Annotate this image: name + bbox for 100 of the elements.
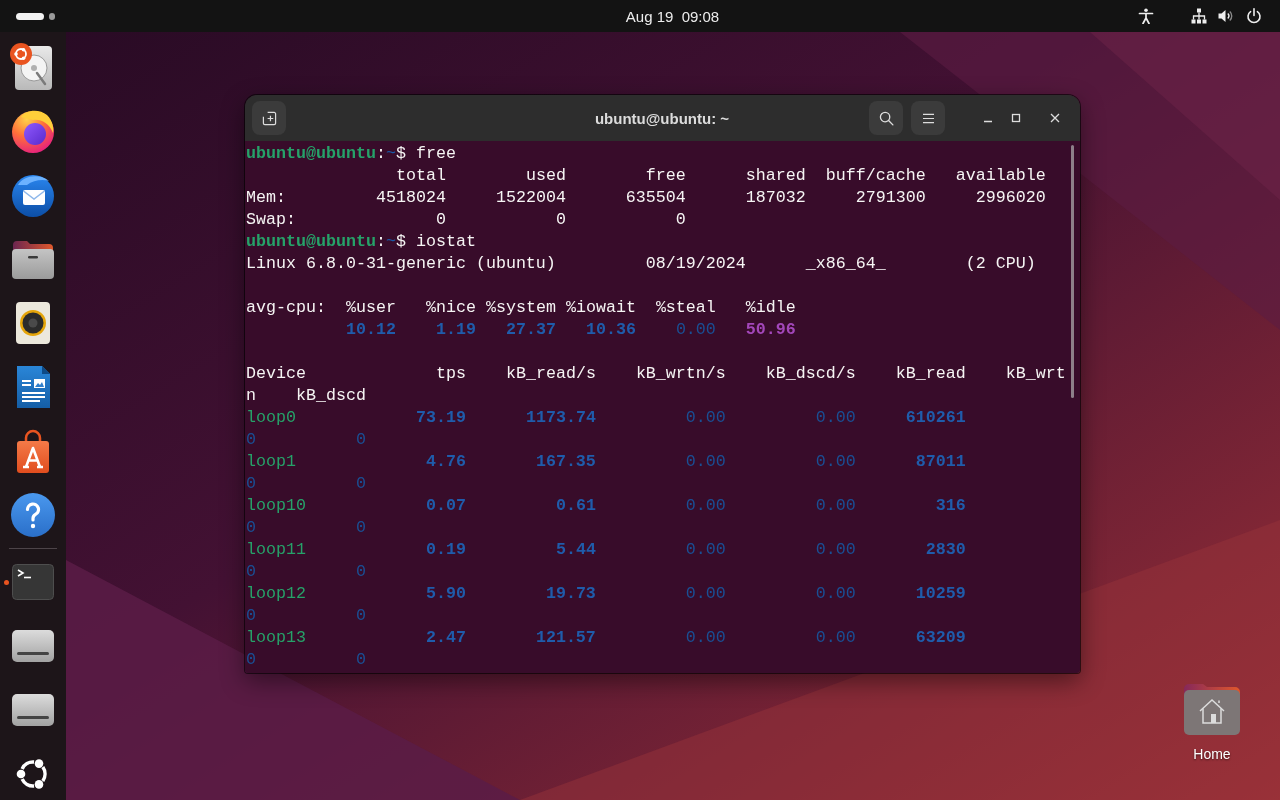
stat-value: 0.07 xyxy=(425,496,466,515)
column-header: %user xyxy=(345,298,396,317)
stat-value: 1.19 xyxy=(435,320,476,339)
column-header: %iowait xyxy=(565,298,636,317)
stat-value: 1522004 xyxy=(495,188,566,207)
stat-value: 50.96 xyxy=(745,320,796,339)
window-title: ubuntu@ubuntu: ~ xyxy=(594,109,730,127)
stat-value: 2830 xyxy=(925,540,966,559)
stat-value: 0 xyxy=(246,606,256,625)
stat-value: 0.00 xyxy=(815,408,856,427)
close-icon[interactable] xyxy=(1050,113,1060,123)
stat-value: 0.00 xyxy=(685,628,726,647)
stat-value: 27.37 xyxy=(505,320,556,339)
network-icon[interactable] xyxy=(1191,8,1207,24)
stat-value: 0.00 xyxy=(815,540,856,559)
new-tab-icon xyxy=(261,110,277,126)
output-text: (2 CPU) xyxy=(965,254,1036,273)
stat-value: 0.00 xyxy=(815,628,856,647)
stat-value: 0 xyxy=(355,430,366,449)
stat-value: 10.12 xyxy=(345,320,396,339)
device-name: loop10 xyxy=(246,496,306,515)
column-header: Device xyxy=(246,364,306,383)
stat-value: 0 xyxy=(355,562,366,581)
column-header: total xyxy=(395,166,446,185)
stat-value: 0.00 xyxy=(815,452,856,471)
power-icon[interactable] xyxy=(1246,8,1262,24)
column-header: kB_read/s xyxy=(505,364,596,383)
accessibility-icon[interactable] xyxy=(1138,8,1154,24)
stat-value: 1173.74 xyxy=(525,408,596,427)
stat-value: 121.57 xyxy=(535,628,596,647)
maximize-icon[interactable] xyxy=(1011,113,1021,123)
column-header: buff/cache xyxy=(825,166,926,185)
output-text: 08/19/2024 xyxy=(645,254,746,273)
stat-value: 0 xyxy=(246,518,256,537)
icon-label[interactable]: Home xyxy=(1193,746,1231,762)
stat-value: 0.00 xyxy=(685,408,726,427)
stat-value: 0 xyxy=(355,606,366,625)
command-text: free xyxy=(415,144,456,163)
stat-value: 0.00 xyxy=(685,496,726,515)
row-label: Swap: xyxy=(246,210,296,229)
column-header: %nice xyxy=(425,298,476,317)
home-folder-icon[interactable] xyxy=(1184,684,1240,735)
date-time[interactable]: Aug 19 09:08 xyxy=(625,7,720,25)
stat-value: 5.90 xyxy=(425,584,466,603)
stat-value: 2996020 xyxy=(975,188,1046,207)
stat-value: 0.00 xyxy=(685,584,726,603)
stat-value: 10.36 xyxy=(585,320,636,339)
column-header: free xyxy=(645,166,686,185)
stat-value: 2.47 xyxy=(425,628,466,647)
column-header: %system xyxy=(485,298,556,317)
stat-value: 0 xyxy=(246,562,256,581)
workspace-indicator-icon[interactable] xyxy=(16,12,44,20)
device-name: loop11 xyxy=(246,540,306,559)
search-icon xyxy=(878,110,894,126)
column-header: n xyxy=(246,386,256,405)
stat-value: 2791300 xyxy=(855,188,926,207)
volume-icon[interactable] xyxy=(1218,8,1234,24)
help-icon[interactable] xyxy=(9,491,57,539)
stat-value: 5.44 xyxy=(555,540,596,559)
column-header: %steal xyxy=(655,298,716,317)
search-button[interactable] xyxy=(869,101,903,135)
stat-value: 635504 xyxy=(625,188,686,207)
stat-value: 0.61 xyxy=(555,496,596,515)
scrollbar[interactable] xyxy=(1071,145,1074,398)
stat-value: 0 xyxy=(355,518,366,537)
row-label: avg-cpu: xyxy=(246,298,326,317)
stat-value: 0 xyxy=(555,210,566,229)
workspace-indicator-icon[interactable] xyxy=(49,12,55,20)
stat-value: 4518024 xyxy=(375,188,446,207)
column-header: kB_read xyxy=(895,364,966,383)
stat-value: 0.00 xyxy=(685,540,726,559)
stat-value: 0 xyxy=(355,474,366,493)
device-name: loop12 xyxy=(246,584,306,603)
column-header: shared xyxy=(745,166,806,185)
device-name: loop1 xyxy=(246,452,296,471)
stat-value: 167.35 xyxy=(535,452,596,471)
stat-value: 0.00 xyxy=(685,452,726,471)
row-label: Mem: xyxy=(246,188,286,207)
stat-value: 0.00 xyxy=(675,320,716,339)
column-header: used xyxy=(525,166,566,185)
command-text: iostat xyxy=(415,232,476,251)
column-header: %idle xyxy=(745,298,796,317)
stat-value: 73.19 xyxy=(415,408,466,427)
shell-prompt: ubuntu@ubuntu:~$ xyxy=(246,232,406,251)
stat-value: 0 xyxy=(246,474,256,493)
stat-value: 19.73 xyxy=(545,584,596,603)
column-header: kB_wrt xyxy=(1005,364,1066,383)
stat-value: 4.76 xyxy=(425,452,466,471)
stat-value: 0 xyxy=(246,650,256,669)
menu-icon xyxy=(921,112,935,124)
new-tab-button[interactable] xyxy=(252,101,286,135)
stat-value: 610261 xyxy=(905,408,966,427)
column-header: kB_wrtn/s xyxy=(635,364,726,383)
stat-value: 187032 xyxy=(745,188,806,207)
output-text: _x86_64_ xyxy=(805,254,886,273)
column-header: kB_dscd/s xyxy=(765,364,856,383)
column-header: available xyxy=(955,166,1046,185)
stat-value: 0.19 xyxy=(425,540,466,559)
stat-value: 10259 xyxy=(915,584,966,603)
menu-button[interactable] xyxy=(911,101,945,135)
